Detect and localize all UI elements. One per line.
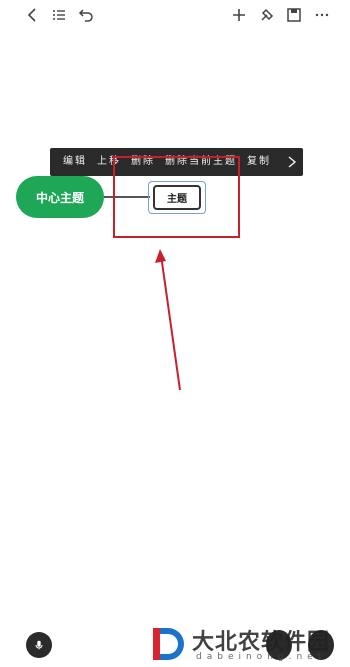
microphone-button[interactable] bbox=[26, 632, 52, 658]
back-icon[interactable] bbox=[22, 4, 44, 26]
watermark: 大北农软件园 dabeinong.net bbox=[150, 622, 350, 667]
outline-icon[interactable] bbox=[48, 4, 70, 26]
add-icon[interactable] bbox=[228, 4, 250, 26]
watermark-subtitle: dabeinong.net bbox=[196, 652, 327, 662]
top-toolbar bbox=[0, 0, 350, 30]
undo-icon[interactable] bbox=[75, 4, 97, 26]
microphone-icon bbox=[35, 640, 43, 650]
red-highlight-box bbox=[113, 156, 240, 238]
red-arrow-annotation bbox=[155, 249, 181, 391]
more-icon[interactable] bbox=[311, 4, 333, 26]
menu-item-edit[interactable]: 编辑 bbox=[58, 148, 92, 176]
chevron-right-icon[interactable] bbox=[286, 155, 298, 169]
watermark-logo-icon bbox=[153, 628, 184, 660]
central-topic-node[interactable]: 中心主题 bbox=[16, 176, 104, 218]
format-icon[interactable] bbox=[256, 4, 278, 26]
menu-item-copy[interactable]: 复制 bbox=[242, 148, 276, 176]
save-icon[interactable] bbox=[283, 4, 305, 26]
